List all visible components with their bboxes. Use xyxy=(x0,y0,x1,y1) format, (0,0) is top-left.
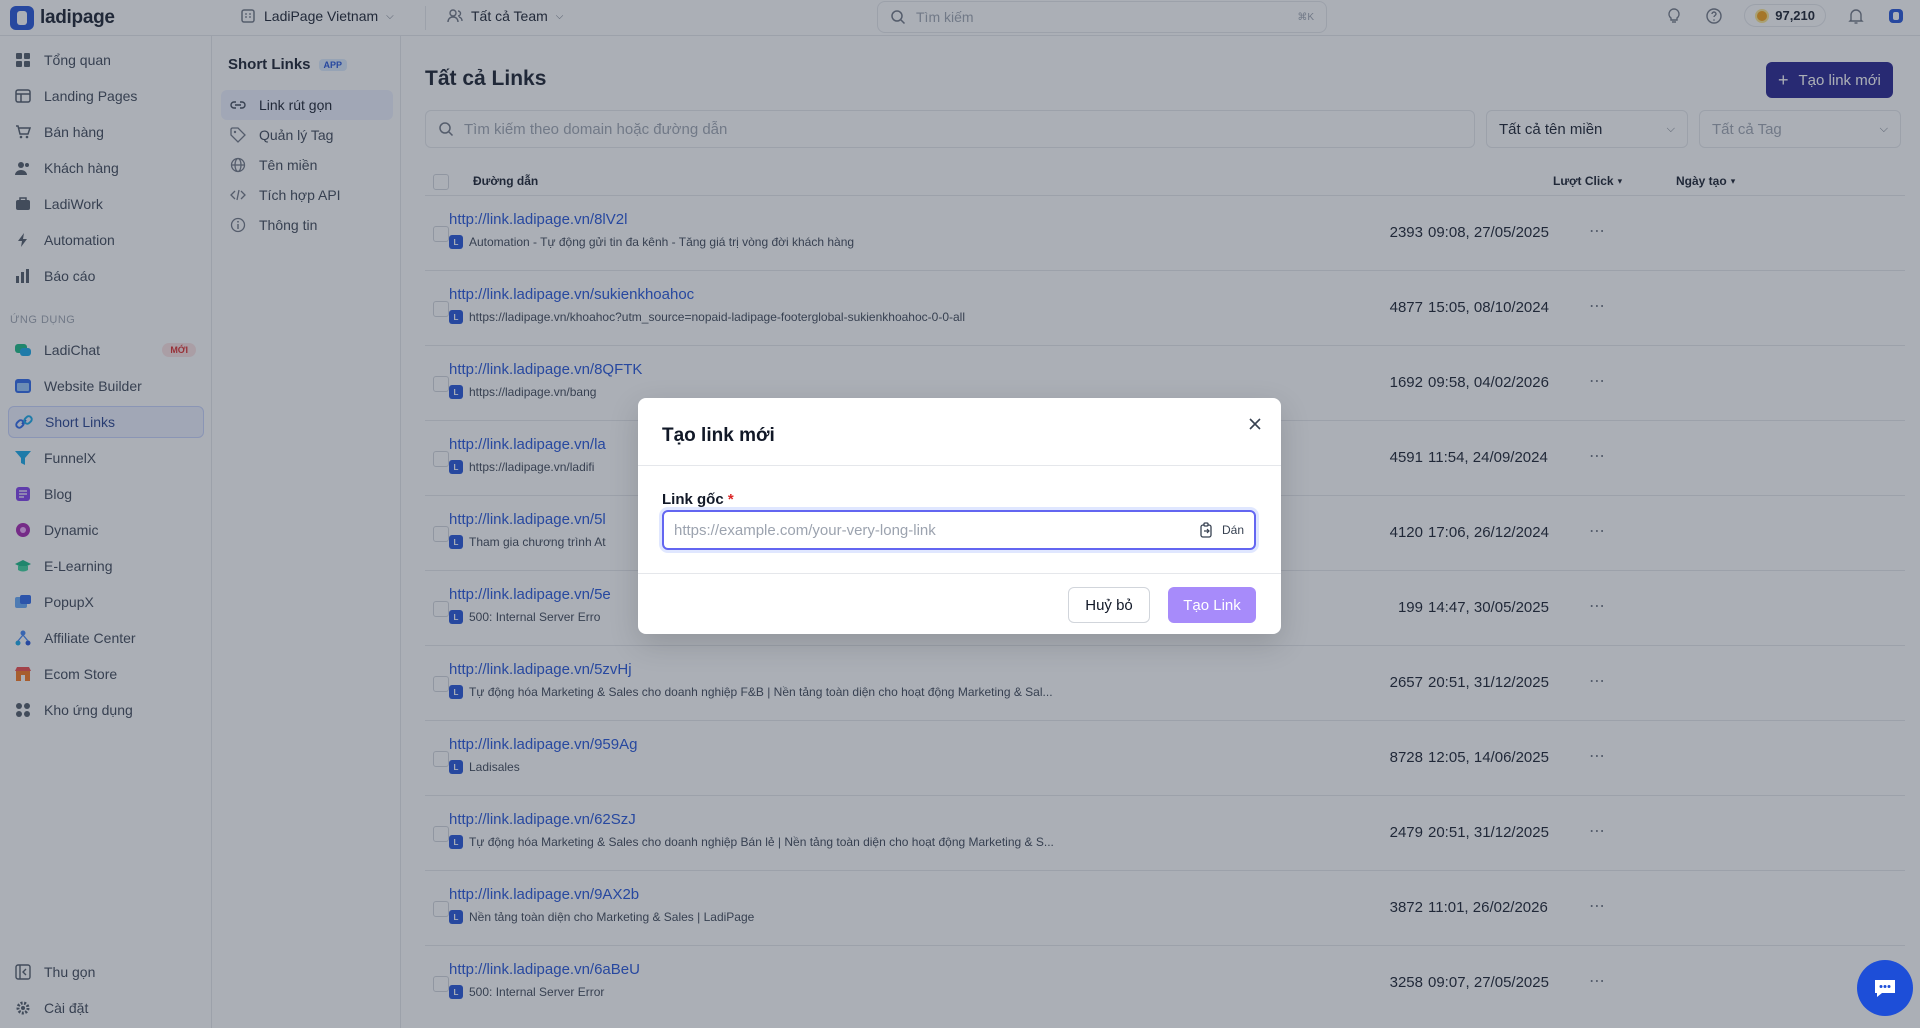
cancel-button[interactable]: Huỷ bỏ xyxy=(1068,587,1150,623)
submit-create-link-button[interactable]: Tạo Link xyxy=(1168,587,1256,623)
chat-widget-button[interactable] xyxy=(1857,960,1913,1016)
original-link-field: Dán xyxy=(662,510,1256,550)
modal-header: Tạo link mới xyxy=(638,398,1281,466)
original-link-label: Link gốc * xyxy=(662,491,734,508)
modal-footer: Huỷ bỏ Tạo Link xyxy=(638,573,1281,634)
close-icon[interactable] xyxy=(1245,414,1265,434)
original-link-input[interactable] xyxy=(674,521,1198,539)
modal-title: Tạo link mới xyxy=(662,425,775,446)
chat-bubble-icon xyxy=(1875,980,1895,997)
original-link-label-text: Link gốc xyxy=(662,491,724,508)
paste-label: Dán xyxy=(1221,523,1244,537)
required-mark: * xyxy=(727,491,734,508)
clipboard-icon xyxy=(1200,522,1212,538)
create-link-modal: Tạo link mới Link gốc * Dán Huỷ bỏ Tạo L… xyxy=(638,398,1281,634)
paste-button[interactable]: Dán xyxy=(1198,522,1244,538)
